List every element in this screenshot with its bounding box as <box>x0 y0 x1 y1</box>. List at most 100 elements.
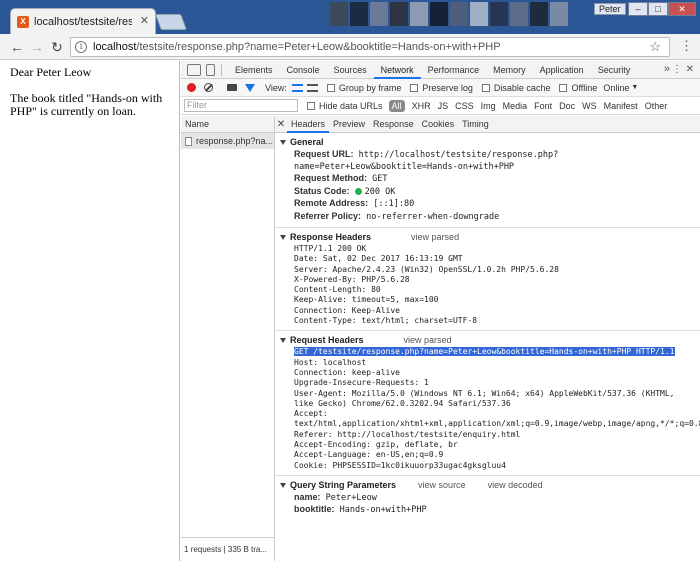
request-list: Name response.php?na... 1 requests | 335… <box>181 116 275 561</box>
tab-timing[interactable]: Timing <box>458 116 493 133</box>
close-detail-icon[interactable]: ✕ <box>275 119 287 130</box>
filter-media[interactable]: Media <box>503 101 528 111</box>
inspect-element-icon[interactable] <box>187 63 201 76</box>
view-parsed-link[interactable]: view parsed <box>411 231 459 244</box>
tab-elements[interactable]: Elements <box>228 61 280 79</box>
filter-ws[interactable]: WS <box>582 101 597 111</box>
general-header[interactable]: General <box>280 136 700 149</box>
network-toolbar: View: Group by frame Preserve log Disabl… <box>181 79 700 97</box>
request-method-value: GET <box>372 174 388 184</box>
section-title: Query String Parameters <box>290 479 397 490</box>
query-string-header[interactable]: Query String Parameters view source view d… <box>280 479 700 492</box>
filter-js[interactable]: JS <box>438 101 449 111</box>
tab-network[interactable]: Network <box>373 61 421 79</box>
bookmark-star-icon[interactable]: ☆ <box>649 39 661 55</box>
overview-icon[interactable] <box>306 83 318 92</box>
tab-close-icon[interactable]: ✕ <box>140 14 149 27</box>
filter-other[interactable]: Other <box>645 101 668 111</box>
checkbox-box <box>307 101 315 110</box>
minimize-button[interactable]: – <box>628 2 648 16</box>
filter-doc[interactable]: Doc <box>559 101 575 111</box>
devtools-panel: Elements Console Sources Network Perform… <box>181 61 700 561</box>
expand-triangle-icon <box>280 482 286 488</box>
tab-preview[interactable]: Preview <box>329 116 369 133</box>
request-name: response.php?na... <box>196 136 274 146</box>
tab-sources[interactable]: Sources <box>327 61 374 79</box>
devtools-close-icon[interactable]: ✕ <box>686 64 694 75</box>
clear-icon[interactable] <box>204 83 213 92</box>
info-icon[interactable]: i <box>75 41 87 53</box>
browser-menu-icon[interactable]: ⋮ <box>680 38 693 54</box>
kv-label: Request URL: <box>294 149 354 159</box>
name-column-header[interactable]: Name <box>181 116 274 133</box>
devtools-menu-icon[interactable]: ⋮ <box>672 64 682 75</box>
offline-checkbox[interactable]: Offline <box>559 83 597 93</box>
url-host: localhost <box>93 41 137 53</box>
kv-label: booktitle: <box>294 504 335 515</box>
hide-data-urls-checkbox[interactable]: Hide data URLs <box>307 101 383 111</box>
status-ok-icon <box>354 187 362 195</box>
disable-cache-checkbox[interactable]: Disable cache <box>481 83 550 93</box>
request-row[interactable]: response.php?na... <box>181 133 274 149</box>
tab-headers[interactable]: Headers <box>287 116 330 133</box>
param-booktitle-value: Hands-on+with+PHP <box>339 505 427 516</box>
expand-triangle-icon <box>280 140 286 145</box>
large-rows-icon[interactable] <box>291 83 303 92</box>
filter-input[interactable]: Filter <box>184 99 298 112</box>
network-main: Name response.php?na... 1 requests | 335… <box>181 116 700 561</box>
address-bar: ← → ↻ i localhost/testsite/response.php?… <box>0 34 700 60</box>
header-line: Connection: Keep-Alive <box>294 305 400 315</box>
page-content: Dear Peter Leow The book titled "Hands-o… <box>0 61 180 561</box>
capture-screenshots-icon[interactable] <box>227 84 237 91</box>
back-arrow-icon[interactable]: ← <box>8 38 26 56</box>
more-tabs-icon[interactable]: » <box>664 63 670 75</box>
new-tab-button[interactable] <box>155 14 187 30</box>
header-line: Connection: keep-alive <box>294 367 400 377</box>
separator <box>221 63 222 76</box>
view-source-link[interactable]: view source <box>418 479 466 492</box>
filter-img[interactable]: Img <box>481 101 496 111</box>
reload-icon[interactable]: ↻ <box>48 38 66 56</box>
forward-arrow-icon[interactable]: → <box>28 38 46 56</box>
maximize-button[interactable]: □ <box>648 2 668 16</box>
filter-all-button[interactable]: All <box>388 99 405 112</box>
tab-performance[interactable]: Performance <box>421 61 487 79</box>
view-parsed-link[interactable]: view parsed <box>404 334 452 347</box>
close-window-button[interactable]: ✕ <box>668 2 696 16</box>
checkbox-box <box>559 83 568 92</box>
remote-address-row: Remote Address: [::1]:80 <box>280 198 700 211</box>
filter-funnel-icon[interactable] <box>245 83 255 92</box>
throttling-select[interactable]: Online <box>603 83 629 93</box>
tab-console[interactable]: Console <box>280 61 327 79</box>
request-headers-header[interactable]: Request Headers view parsed <box>280 334 700 347</box>
preserve-log-checkbox[interactable]: Preserve log <box>410 83 473 93</box>
header-line: Keep-Alive: timeout=5, max=100 <box>294 295 439 305</box>
profile-button[interactable]: Peter <box>594 3 626 15</box>
filter-manifest[interactable]: Manifest <box>604 101 638 111</box>
group-by-frame-checkbox[interactable]: Group by frame <box>326 82 402 93</box>
tab-cookies[interactable]: Cookies <box>418 116 459 133</box>
filter-css[interactable]: CSS <box>455 101 474 111</box>
checkbox-box <box>481 83 490 92</box>
tab-application[interactable]: Application <box>533 61 591 79</box>
tab-response[interactable]: Response <box>369 116 418 133</box>
request-line: GET /testsite/response.php?name=Peter+Le… <box>280 347 700 357</box>
response-headers-header[interactable]: Response Headers view parsed <box>280 231 700 244</box>
chevron-down-icon[interactable]: ▼ <box>631 84 638 91</box>
param-name-value: Peter+Leow <box>325 492 377 503</box>
xampp-favicon-icon: X <box>17 15 29 28</box>
filter-font[interactable]: Font <box>534 101 552 111</box>
url-input[interactable]: i localhost/testsite/response.php?name=P… <box>70 37 670 57</box>
param-booktitle-row: booktitle: Hands-on+with+PHP <box>280 504 700 517</box>
record-icon[interactable] <box>187 83 196 92</box>
device-toolbar-icon[interactable] <box>206 63 215 76</box>
view-decoded-link[interactable]: view decoded <box>488 479 543 492</box>
kv-label: Referrer Policy: <box>294 210 362 221</box>
tab-memory[interactable]: Memory <box>486 61 533 79</box>
browser-tab[interactable]: X localhost/testsite/respon ✕ <box>10 8 156 34</box>
tab-security[interactable]: Security <box>591 61 638 79</box>
filter-xhr[interactable]: XHR <box>412 101 431 111</box>
checkbox-label: Group by frame <box>338 82 402 93</box>
window-titlebar: X localhost/testsite/respon ✕ Peter – □ … <box>0 0 700 34</box>
user-agent-line: User-Agent: Mozilla/5.0 (Windows NT 6.1;… <box>294 388 675 408</box>
